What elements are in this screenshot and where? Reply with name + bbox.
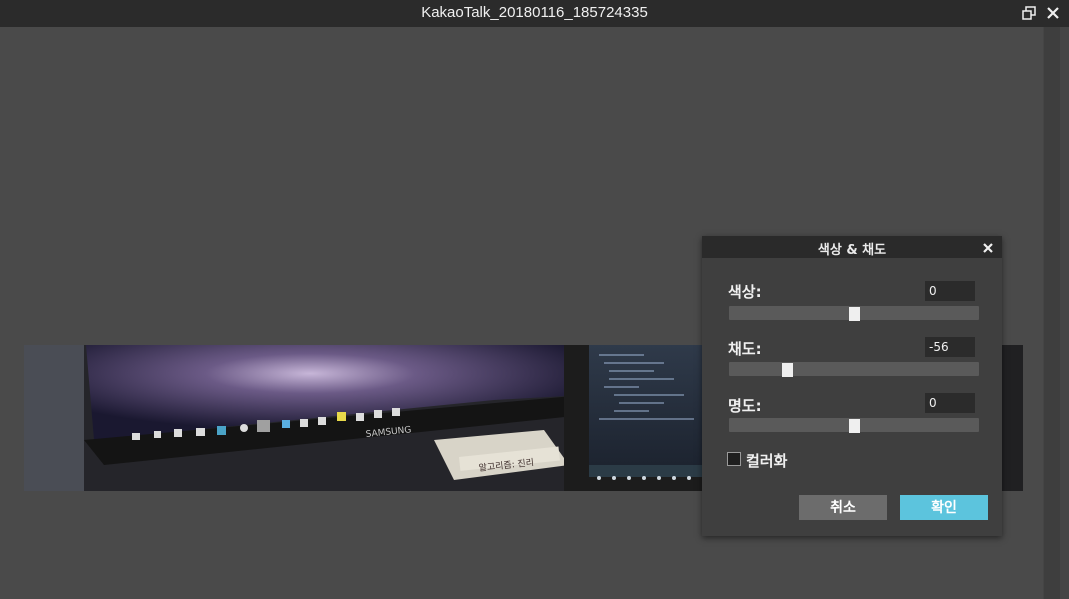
saturation-input[interactable] [925, 337, 975, 357]
ok-button[interactable]: 확인 [900, 495, 988, 520]
dialog-header: 색상 & 채도 [702, 236, 1002, 258]
restore-window-icon[interactable] [1021, 5, 1037, 21]
scrollbar-thumb[interactable] [1044, 27, 1060, 599]
brightness-label: 명도: [728, 397, 762, 415]
colorize-label: 컬러화 [746, 452, 788, 470]
hue-slider-thumb[interactable] [849, 307, 860, 321]
brightness-slider-thumb[interactable] [849, 419, 860, 433]
close-icon[interactable] [981, 240, 995, 254]
hue-label: 색상: [728, 283, 762, 301]
dialog-title: 색상 & 채도 [817, 243, 887, 258]
hue-slider-track[interactable] [729, 306, 979, 321]
brightness-slider-track[interactable] [729, 418, 979, 433]
hue-saturation-dialog: 색상 & 채도 색상: 채도: 명도: 컬러화 취소 확인 [702, 236, 1002, 536]
close-window-icon[interactable] [1045, 5, 1061, 21]
checkbox-box[interactable] [727, 452, 741, 466]
saturation-slider-track[interactable] [729, 362, 979, 377]
saturation-label: 채도: [728, 340, 762, 358]
cancel-button[interactable]: 취소 [799, 495, 887, 520]
hue-input[interactable] [925, 281, 975, 301]
title-bar: KakaoTalk_20180116_185724335 [0, 0, 1069, 27]
window-title: KakaoTalk_20180116_185724335 [421, 4, 648, 21]
vertical-scrollbar[interactable] [1043, 27, 1069, 599]
saturation-slider-thumb[interactable] [782, 363, 793, 377]
brightness-input[interactable] [925, 393, 975, 413]
